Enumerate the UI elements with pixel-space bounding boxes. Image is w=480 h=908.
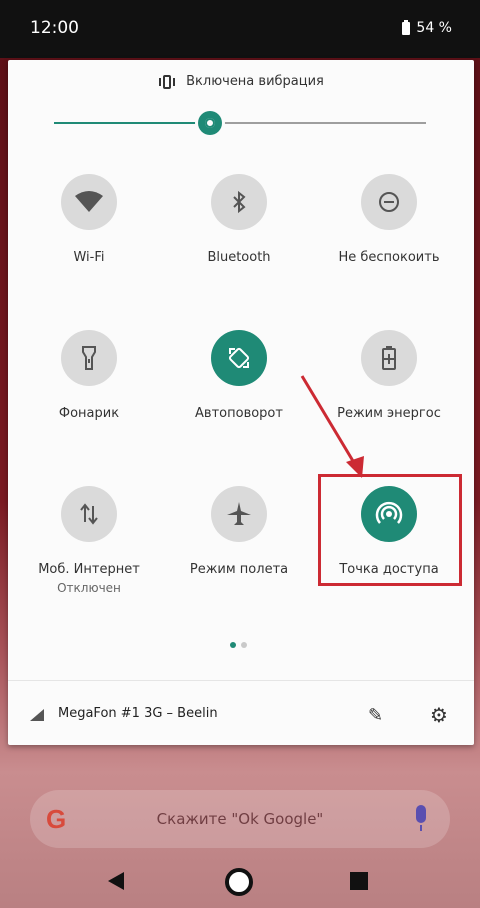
edit-icon[interactable]: ✎: [368, 705, 383, 726]
tile-label: Автоповорот: [195, 406, 283, 421]
tile-battery-saver[interactable]: Режим энергос: [314, 330, 464, 440]
page-dot: [241, 642, 247, 648]
tile-bluetooth[interactable]: Bluetooth: [164, 174, 314, 284]
brightness-fill: [54, 122, 211, 124]
brightness-slider[interactable]: [54, 111, 426, 135]
signal-icon: [30, 709, 44, 721]
airplane-icon: [211, 486, 267, 542]
status-time: 12:00: [30, 18, 79, 38]
autorotate-icon: [211, 330, 267, 386]
battery-level: 54 %: [416, 20, 452, 36]
wifi-icon: [61, 174, 117, 230]
page-dot-active: [230, 642, 236, 648]
vibration-label: Включена вибрация: [186, 74, 324, 89]
flashlight-icon: [61, 330, 117, 386]
mic-icon[interactable]: [416, 805, 426, 831]
tile-label: Фонарик: [58, 406, 120, 421]
vibration-row[interactable]: Включена вибрация: [8, 74, 474, 89]
bluetooth-icon: [211, 174, 267, 230]
tile-airplane[interactable]: Режим полета: [164, 486, 314, 596]
tile-hotspot[interactable]: Точка доступа: [314, 486, 464, 596]
carrier-bar: MegaFon #1 3G – Beelin ✎ ⚙: [8, 680, 474, 745]
carrier-name: MegaFon #1 3G – Beelin: [58, 706, 218, 721]
status-bar: 12:00 54 %: [0, 0, 480, 58]
gear-icon[interactable]: ⚙: [430, 703, 448, 727]
tile-label: Wi-Fi: [73, 250, 105, 265]
battery-icon: [402, 19, 411, 35]
battery-saver-icon: [361, 330, 417, 386]
tile-label: Режим энергос: [337, 406, 441, 421]
tile-dnd[interactable]: Не беспокоить: [314, 174, 464, 284]
google-search-bar[interactable]: G Скажите "Ok Google": [30, 790, 450, 848]
dnd-icon: [361, 174, 417, 230]
tile-autorotate[interactable]: Автоповорот: [164, 330, 314, 440]
tile-label: Точка доступа: [339, 562, 439, 577]
home-icon[interactable]: [225, 868, 253, 896]
tile-label: Не беспокоить: [338, 250, 440, 265]
google-search-placeholder: Скажите "Ok Google": [156, 810, 324, 828]
navigation-bar: [0, 852, 480, 908]
tile-mobile-data[interactable]: Моб. Интернет Отключен: [14, 486, 164, 596]
tile-label: Моб. Интернет: [38, 562, 140, 577]
tile-wifi[interactable]: Wi-Fi: [14, 174, 164, 284]
quick-settings-panel: Включена вибрация Wi-Fi Bluetooth Не бес…: [8, 60, 474, 745]
vibration-icon: [158, 74, 176, 89]
status-right: 54 %: [402, 19, 452, 36]
mobile-data-icon: [61, 486, 117, 542]
tile-sublabel: Отключен: [57, 581, 121, 595]
page-indicator: [230, 642, 247, 648]
hotspot-icon: [361, 486, 417, 542]
brightness-thumb-icon[interactable]: [198, 111, 223, 135]
tile-flashlight[interactable]: Фонарик: [14, 330, 164, 440]
back-icon[interactable]: [108, 872, 124, 890]
recents-icon[interactable]: [350, 872, 368, 890]
tile-label: Bluetooth: [207, 250, 271, 265]
tile-label: Режим полета: [189, 562, 289, 577]
